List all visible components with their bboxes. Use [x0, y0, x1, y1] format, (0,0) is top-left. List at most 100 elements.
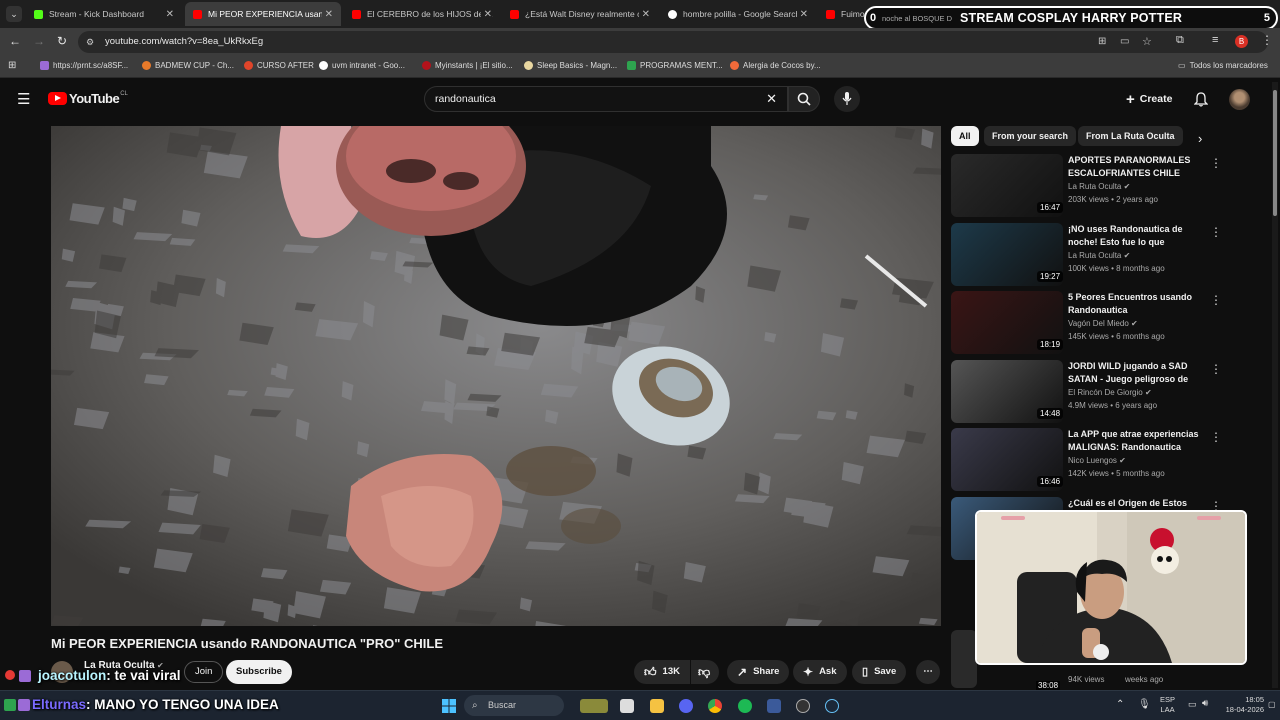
volume-icon[interactable]: 🔊︎	[1202, 698, 1208, 709]
bookmark-item[interactable]: Myinstants | ¡El sitio...	[422, 61, 513, 70]
cast-icon[interactable]: ▭	[1120, 31, 1129, 53]
close-icon[interactable]: ✕	[796, 8, 808, 20]
more-options-icon[interactable]: ⋮	[1210, 430, 1222, 444]
search-button[interactable]	[788, 86, 820, 112]
browser-tab-kick[interactable]: Stream - Kick Dashboard ✕	[26, 2, 182, 26]
tray-chevron-icon[interactable]: ⌃	[1116, 699, 1124, 710]
address-bar[interactable]: ⚙ youtube.com/watch?v=8ea_UkRkxEg ⊞ ▭ ☆	[78, 31, 1268, 53]
recommendation-title[interactable]: La APP que atrae experiencias MALIGNAS: …	[1068, 428, 1204, 454]
back-icon[interactable]: ←	[9, 34, 21, 48]
save-button[interactable]: ▯ Save	[852, 660, 907, 684]
apps-grid-icon[interactable]: ⊞	[8, 60, 16, 71]
profile-avatar[interactable]: B	[1235, 35, 1248, 48]
recommendation-item[interactable]: 18:19 5 Peores Encuentros usando Randonau…	[951, 291, 1271, 355]
recommendation-item[interactable]: 16:46 La APP que atrae experiencias MALIG…	[951, 428, 1271, 492]
bookmark-item[interactable]: Sleep Basics - Magn...	[524, 61, 617, 70]
chip-from-your-search[interactable]: From your search	[984, 126, 1077, 146]
bookmark-star-icon[interactable]: ☆	[1142, 31, 1152, 53]
voice-search-button[interactable]	[834, 86, 860, 112]
join-button[interactable]: Join	[184, 661, 224, 683]
app-icon[interactable]	[767, 699, 781, 713]
more-options-icon[interactable]: ⋮	[1210, 225, 1222, 239]
recommendation-channel[interactable]: El Rincón De Giorgio ✔	[1068, 388, 1152, 397]
network-icon[interactable]: ▭	[1188, 699, 1197, 710]
dislike-button[interactable]: 👎︎	[691, 660, 719, 684]
more-options-icon[interactable]: ⋮	[1210, 362, 1222, 376]
language-indicator[interactable]: ESP LAA	[1160, 695, 1175, 715]
recommendation-title[interactable]: 5 Peores Encuentros usando Randonautica	[1068, 291, 1204, 317]
task-view-icon[interactable]	[620, 699, 634, 713]
recommendation-channel[interactable]: La Ruta Oculta ✔	[1068, 251, 1130, 260]
browser-tab-youtube[interactable]: ¿Está Walt Disney realmente co ✕	[502, 2, 658, 26]
youtube-logo[interactable]: YouTube CL	[48, 91, 128, 106]
close-icon[interactable]: ✕	[480, 8, 492, 20]
chip-from-channel[interactable]: From La Ruta Oculta	[1078, 126, 1183, 146]
translate-icon[interactable]: ⊞	[1098, 31, 1106, 53]
recommendation-title[interactable]: ¡NO uses Randonautica de noche! Esto fue…	[1068, 223, 1204, 250]
bookmark-item[interactable]: CURSO AFTER	[244, 61, 314, 70]
bookmark-item[interactable]: Alergia de Cocos by...	[730, 61, 821, 70]
ask-button[interactable]: ✦ Ask	[793, 660, 847, 684]
bookmark-favicon	[627, 61, 636, 70]
chevron-right-icon[interactable]: ›	[1198, 131, 1202, 146]
recommendation-channel[interactable]: Vagón Del Miedo ✔	[1068, 319, 1138, 328]
extensions-icon[interactable]: ⧉	[1176, 34, 1184, 47]
reading-list-icon[interactable]: ≡	[1212, 34, 1218, 46]
share-button[interactable]: ↗ Share	[727, 660, 790, 684]
close-icon[interactable]: ✕	[638, 8, 650, 20]
taskbar-search[interactable]: ⌕ Buscar	[464, 695, 564, 716]
video-player[interactable]	[51, 126, 941, 626]
hamburger-menu-icon[interactable]: ☰	[17, 90, 30, 108]
forward-icon[interactable]: →	[33, 34, 45, 48]
browser-menu-icon[interactable]: ⋮	[1261, 33, 1273, 47]
browser-tab-youtube[interactable]: El CEREBRO de los HIJOS de la ✕	[344, 2, 500, 26]
site-info-icon[interactable]: ⚙	[86, 31, 94, 53]
chrome-icon[interactable]	[708, 699, 722, 713]
browser-tab-google[interactable]: hombre polilla - Google Search ✕	[660, 2, 816, 26]
close-icon[interactable]: ✕	[166, 9, 174, 20]
browser-tab-youtube-active[interactable]: Mi PEOR EXPERIENCIA usando ✕	[185, 2, 341, 26]
page-scrollbar[interactable]	[1272, 82, 1278, 688]
bookmark-item[interactable]: BADMEW CUP - Ch...	[142, 61, 234, 70]
clear-search-icon[interactable]: ✕	[766, 87, 777, 111]
recommendation-item[interactable]: 16:47 APORTES PARANORMALES ESCALOFRIANTES…	[951, 154, 1271, 218]
bookmark-favicon	[524, 61, 533, 70]
recommendation-title[interactable]: ¿Cuál es el Origen de Estos	[1068, 497, 1204, 510]
recommendation-channel[interactable]: La Ruta Oculta ✔	[1068, 182, 1130, 191]
bookmark-label: Sleep Basics - Magn...	[537, 61, 618, 70]
reload-icon[interactable]: ↻	[57, 34, 67, 48]
close-icon[interactable]: ✕	[321, 8, 333, 20]
all-bookmarks-folder[interactable]: ▭ Todos los marcadores	[1178, 61, 1268, 70]
subscribe-button[interactable]: Subscribe	[226, 660, 292, 684]
notifications-bell-icon[interactable]	[1194, 92, 1208, 107]
clock[interactable]: 18:05 18-04-2026	[1222, 695, 1264, 715]
more-actions-button[interactable]: ⋯	[916, 660, 940, 684]
microphone-tray-icon[interactable]: 🎙︎	[1138, 699, 1151, 710]
bookmark-item[interactable]: https://prnt.sc/a8SF...	[40, 61, 128, 70]
tab-list-button[interactable]: ⌄	[6, 6, 22, 22]
recommendation-title[interactable]: APORTES PARANORMALES ESCALOFRIANTES CHIL…	[1068, 154, 1204, 180]
scrollbar-thumb[interactable]	[1273, 90, 1277, 216]
windows-start-icon[interactable]	[442, 699, 456, 713]
partial-recommendation[interactable]	[951, 630, 977, 688]
like-button[interactable]: 👍︎ 13K	[634, 660, 690, 684]
steam-icon[interactable]	[825, 699, 839, 713]
widgets-icon[interactable]	[580, 699, 608, 713]
more-options-icon[interactable]: ⋮	[1210, 156, 1222, 170]
obs-icon[interactable]	[796, 699, 810, 713]
recommendation-item[interactable]: 14:48 JORDI WILD jugando a SAD SATAN - Ju…	[951, 360, 1271, 424]
discord-icon[interactable]	[679, 699, 693, 713]
recommendation-item[interactable]: 19:27 ¡NO uses Randonautica de noche! Est…	[951, 223, 1271, 287]
notifications-tray-icon[interactable]: ▢	[1268, 700, 1276, 709]
chip-all[interactable]: All	[951, 126, 979, 146]
create-button[interactable]: + Create	[1118, 86, 1180, 112]
account-avatar[interactable]	[1229, 89, 1250, 110]
recommendation-channel[interactable]: Nico Luengos ✔	[1068, 456, 1126, 465]
bookmark-item[interactable]: PROGRAMAS MENT...	[627, 61, 723, 70]
spotify-icon[interactable]	[738, 699, 752, 713]
search-input[interactable]: randonautica ✕	[424, 86, 788, 112]
more-options-icon[interactable]: ⋮	[1210, 293, 1222, 307]
file-explorer-icon[interactable]	[650, 699, 664, 713]
recommendation-title[interactable]: JORDI WILD jugando a SAD SATAN - Juego p…	[1068, 360, 1204, 387]
bookmark-item[interactable]: uvm intranet - Goo...	[319, 61, 405, 70]
